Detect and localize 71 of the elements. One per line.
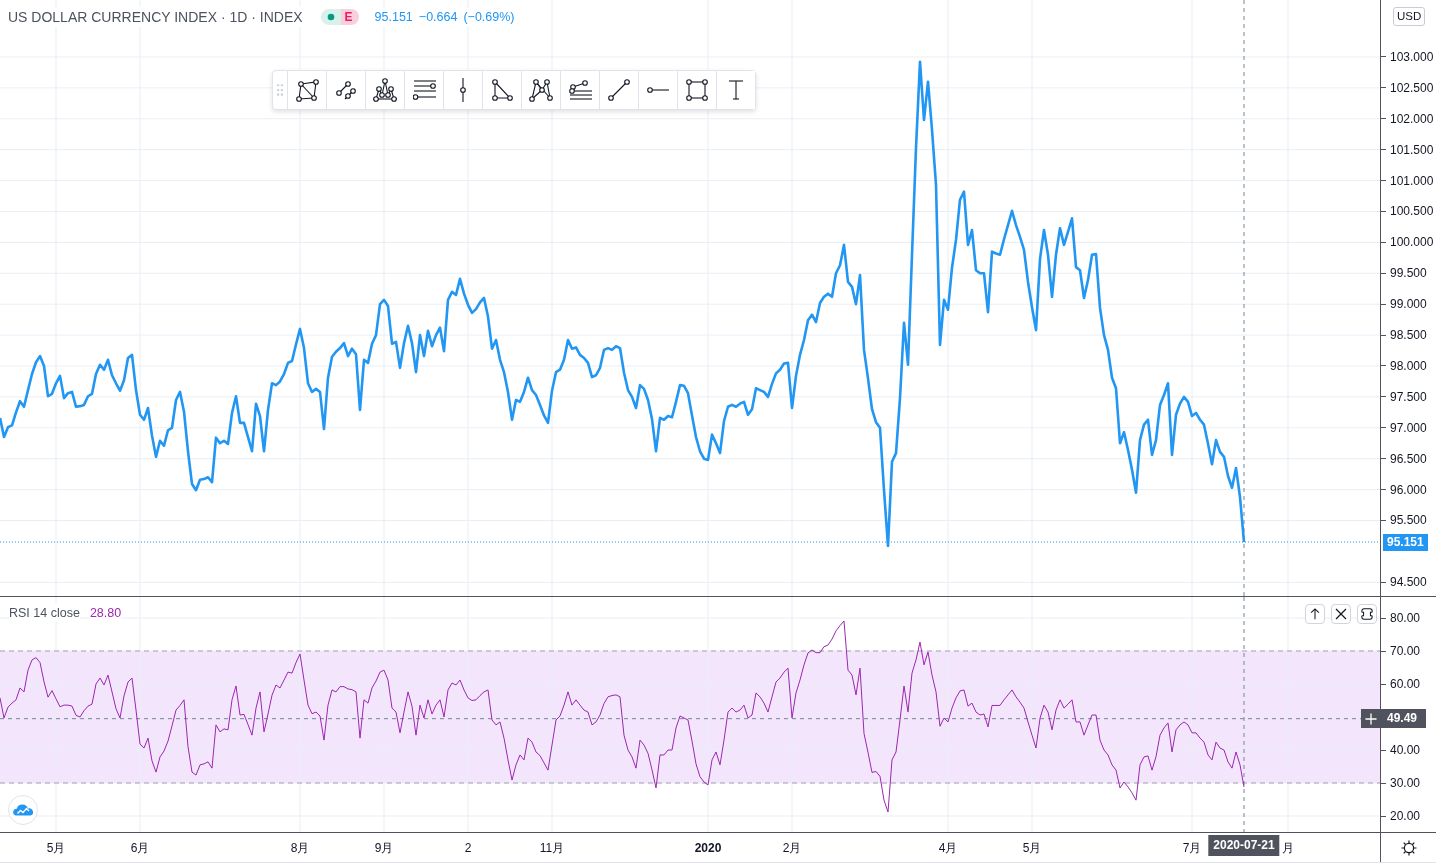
rsi-axis-label: 40.00 [1381, 743, 1421, 757]
rectangle-tool-button[interactable] [677, 71, 716, 109]
crosshair-date-label: 2020-07-21 [1208, 835, 1280, 856]
time-axis-label: 5月 [1022, 840, 1042, 856]
zigzag-pattern-tool-button[interactable] [521, 71, 560, 109]
price-axis-label: 102.000 [1381, 111, 1434, 126]
price-axis-label: 103.000 [1381, 49, 1434, 64]
time-axis-label: 8月 [290, 840, 310, 856]
vertical-line-icon [460, 78, 466, 102]
time-axis-label: 4月 [938, 840, 958, 856]
horizontal-lines-icon [412, 80, 436, 100]
triangle-tool-button[interactable] [482, 71, 521, 109]
price-axis-label: 96.000 [1381, 482, 1427, 497]
stacked-lines-tool-button[interactable] [560, 71, 599, 109]
close-button[interactable] [1331, 604, 1351, 624]
last-price: 95.151 [374, 9, 413, 26]
time-axis-label: 9月 [374, 840, 394, 856]
price-axis-label: 97.500 [1381, 389, 1427, 404]
time-axis-label: 6月 [130, 840, 150, 856]
parallel-segments-icon [336, 80, 356, 100]
currency-button[interactable]: USD [1393, 7, 1426, 26]
rsi-axis-label: 20.00 [1381, 809, 1421, 823]
settings-icon[interactable] [1400, 839, 1417, 856]
time-axis-label: 2 [464, 840, 472, 856]
time-axis-label: 2月 [782, 840, 802, 856]
price-axis-label: 101.000 [1381, 173, 1434, 188]
price-axis-label: 98.000 [1381, 358, 1427, 373]
crosshair-value-label: 49.49 [1381, 709, 1426, 729]
triangle-icon [491, 79, 513, 101]
maximize-button[interactable] [1357, 604, 1377, 624]
quadrilateral-icon [295, 78, 319, 102]
diagonal-line-tool-button[interactable] [599, 71, 638, 109]
price-axis-label: 101.500 [1381, 142, 1434, 157]
parallel-segments-tool-button[interactable] [326, 71, 365, 109]
cloud-icon[interactable] [8, 795, 38, 825]
text-tool-icon [728, 80, 744, 100]
plus-icon [1364, 712, 1377, 725]
time-axis-label: 5月 [46, 840, 66, 856]
price-axis-label: 97.000 [1381, 420, 1427, 435]
last-price-label: 95.151 [1383, 534, 1428, 552]
diagonal-line-icon [608, 79, 630, 101]
rectangle-icon [686, 79, 708, 101]
drag-handle-icon[interactable] [277, 84, 283, 96]
zigzag-pattern-icon [529, 78, 553, 102]
price-axis-label: 102.500 [1381, 80, 1434, 95]
arrow-up-icon [1309, 608, 1321, 620]
time-axis-label: 11月 [539, 840, 565, 856]
time-axis-label: 7月 [1182, 840, 1202, 856]
horizontal-ray-icon [647, 87, 669, 93]
price-change-percent: (−0.69%) [463, 9, 515, 26]
text-tool-button[interactable] [716, 71, 755, 109]
indicator-name: RSI 14 close [9, 604, 80, 622]
rsi-axis-label: 60.00 [1381, 677, 1421, 691]
price-change: −0.664 [418, 9, 458, 26]
vertical-line-tool-button[interactable] [443, 71, 482, 109]
time-axis-label: 2020 [694, 840, 722, 856]
quadrilateral-tool-button[interactable] [287, 71, 326, 109]
add-button[interactable] [1361, 709, 1380, 729]
maximize-icon [1361, 608, 1373, 620]
move-up-button[interactable] [1305, 604, 1325, 624]
price-axis-label: 96.500 [1381, 451, 1427, 466]
stacked-lines-icon [568, 80, 592, 100]
horizontal-lines-tool-button[interactable] [404, 71, 443, 109]
rsi-axis-label: 80.00 [1381, 611, 1421, 625]
close-icon [1335, 608, 1347, 620]
rsi-axis-label: 70.00 [1381, 644, 1421, 658]
horizontal-ray-tool-button[interactable] [638, 71, 677, 109]
peaks-pattern-tool-button[interactable] [365, 71, 404, 109]
peaks-pattern-icon [373, 78, 397, 102]
time-axis-label: 月 [1282, 840, 1294, 856]
rsi-axis-label: 30.00 [1381, 776, 1421, 790]
